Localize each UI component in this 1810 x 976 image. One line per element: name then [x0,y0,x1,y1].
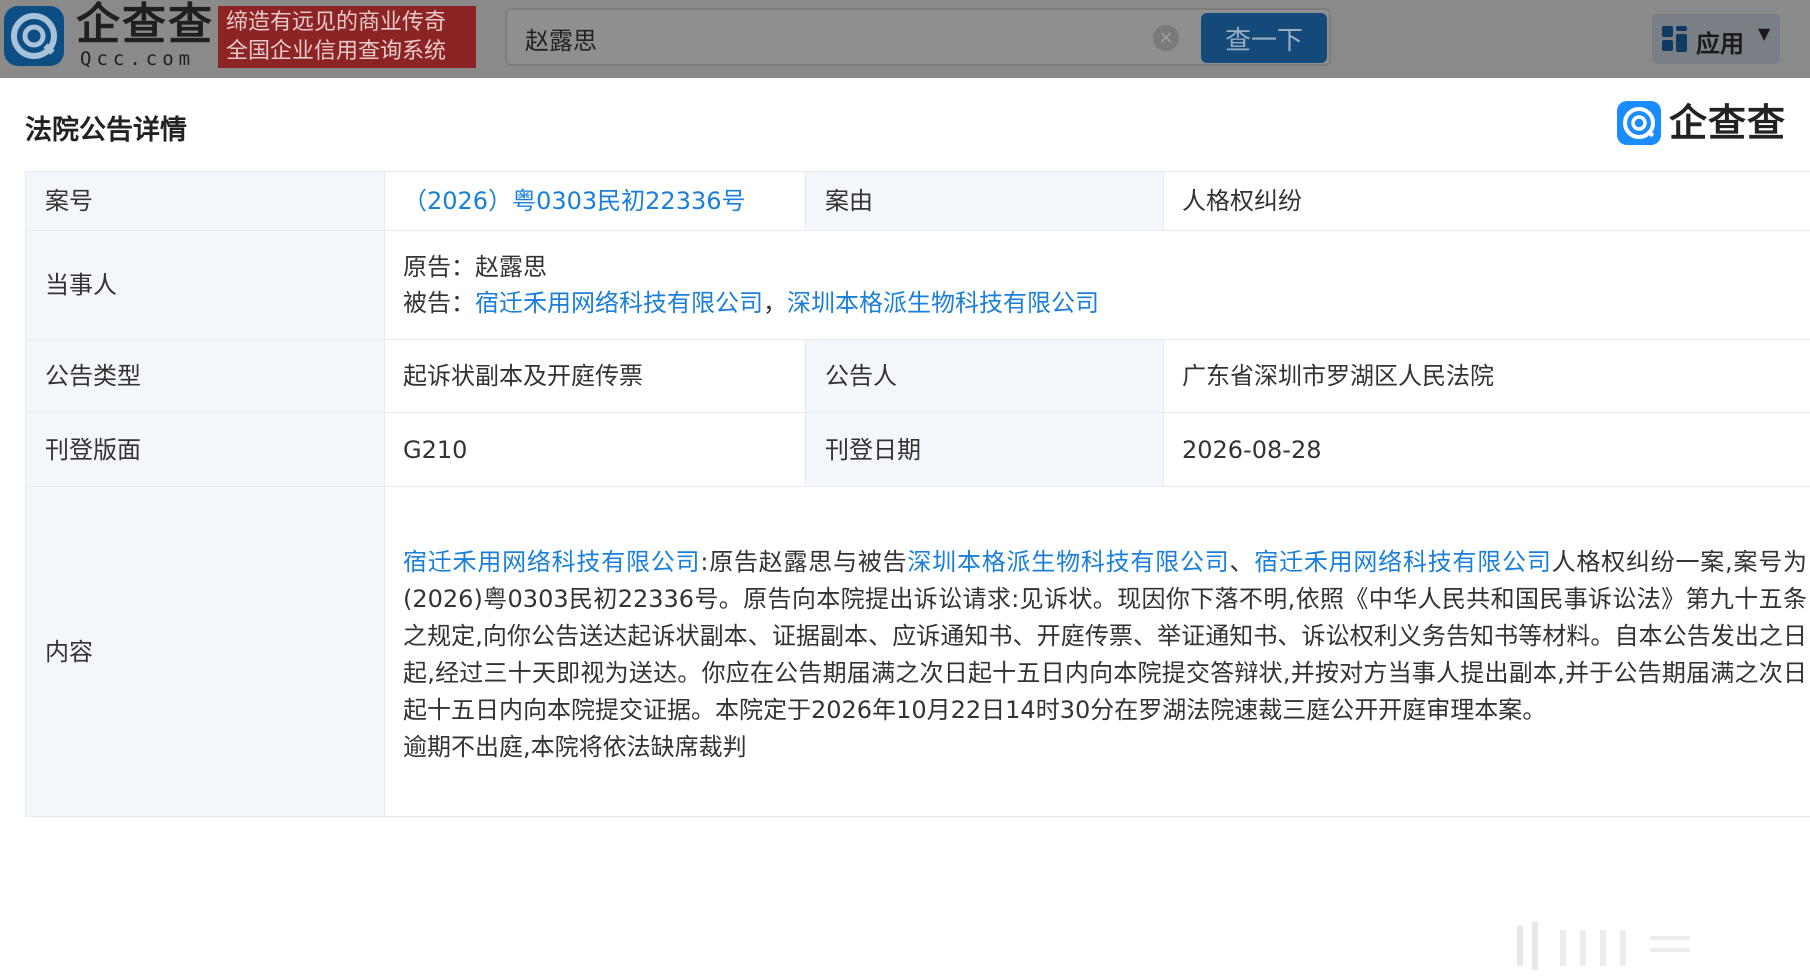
top-header-bar: 企查查 Qcc.com 缔造有远见的商业传奇 全国企业信用查询系统 × 查一下 … [0,0,1810,78]
notice-type-value: 起诉状副本及开庭传票 [385,340,806,413]
table-row: 当事人 原告：赵露思 被告：宿迁禾用网络科技有限公司，深圳本格派生物科技有限公司 [26,231,1810,340]
plaintiff-prefix: 原告： [403,253,475,281]
court-notice-panel: 法院公告详情 企查查 案号 （2026）粤0303民初22336号 案由 人格权… [0,78,1810,914]
search-button[interactable]: 查一下 [1201,13,1327,63]
page-title: 法院公告详情 [25,108,187,147]
content-text-4: 逾期不出庭,本院将依法缺席裁判 [403,729,1807,766]
table-row: 公告类型 起诉状副本及开庭传票 公告人 广东省深圳市罗湖区人民法院 [26,340,1810,413]
defendant-link-1[interactable]: 宿迁禾用网络科技有限公司 [475,289,763,317]
apps-menu-button[interactable]: 应用 ▼ [1652,14,1780,64]
defendant-link-2[interactable]: 深圳本格派生物科技有限公司 [787,289,1099,317]
chevron-down-icon: ▼ [1758,24,1770,43]
apps-label: 应用 [1696,24,1744,59]
watermark-icon [1500,916,1800,976]
case-number-label: 案号 [26,172,385,231]
qcc-logo-icon[interactable] [4,6,64,66]
apps-grid-icon [1662,26,1688,52]
cause-value: 人格权纠纷 [1164,172,1810,231]
slogan-banner: 缔造有远见的商业传奇 全国企业信用查询系统 [218,6,476,68]
content-text-1: :原告赵露思与被告 [700,548,907,576]
content-company-link-1[interactable]: 宿迁禾用网络科技有限公司 [403,548,700,576]
slogan-line-1: 缔造有远见的商业传奇 [226,8,476,37]
cause-label: 案由 [806,172,1164,231]
defendant-prefix: 被告： [403,289,475,317]
plaintiff-line: 原告：赵露思 [403,249,1807,285]
notice-type-label: 公告类型 [26,340,385,413]
publish-page-value: G210 [385,413,806,487]
plaintiff-name: 赵露思 [475,253,547,281]
defendant-separator: ， [763,289,787,317]
publish-page-label: 刊登版面 [26,413,385,487]
announcer-value: 广东省深圳市罗湖区人民法院 [1164,340,1810,413]
publish-date-value: 2026-08-28 [1164,413,1810,487]
slogan-line-2: 全国企业信用查询系统 [226,37,476,66]
case-number-link[interactable]: （2026）粤0303民初22336号 [403,187,746,215]
content-value: 宿迁禾用网络科技有限公司:原告赵露思与被告深圳本格派生物科技有限公司、宿迁禾用网… [385,487,1810,817]
logo-text[interactable]: 企查查 [76,2,214,48]
qcc-brand-icon [1617,101,1661,145]
clear-icon[interactable]: × [1153,25,1179,51]
party-label: 当事人 [26,231,385,340]
table-row: 内容 宿迁禾用网络科技有限公司:原告赵露思与被告深圳本格派生物科技有限公司、宿迁… [26,487,1810,817]
table-row: 刊登版面 G210 刊登日期 2026-08-28 [26,413,1810,487]
brand-text: 企查查 [1669,101,1786,145]
party-value: 原告：赵露思 被告：宿迁禾用网络科技有限公司，深圳本格派生物科技有限公司 [385,231,1810,340]
brand-logo: 企查查 [1617,101,1807,151]
content-company-link-2[interactable]: 深圳本格派生物科技有限公司 [907,548,1229,576]
announcer-label: 公告人 [806,340,1164,413]
content-label: 内容 [26,487,385,817]
content-company-link-3[interactable]: 宿迁禾用网络科技有限公司 [1254,548,1551,576]
notice-detail-table: 案号 （2026）粤0303民初22336号 案由 人格权纠纷 当事人 原告：赵… [25,171,1810,817]
content-text-2: 、 [1230,548,1255,576]
publish-date-label: 刊登日期 [806,413,1164,487]
logo-domain: Qcc.com [80,48,195,70]
search-input[interactable] [523,20,1127,56]
case-number-cell: （2026）粤0303民初22336号 [385,172,806,231]
table-row: 案号 （2026）粤0303民初22336号 案由 人格权纠纷 [26,172,1810,231]
defendant-line: 被告：宿迁禾用网络科技有限公司，深圳本格派生物科技有限公司 [403,285,1807,321]
